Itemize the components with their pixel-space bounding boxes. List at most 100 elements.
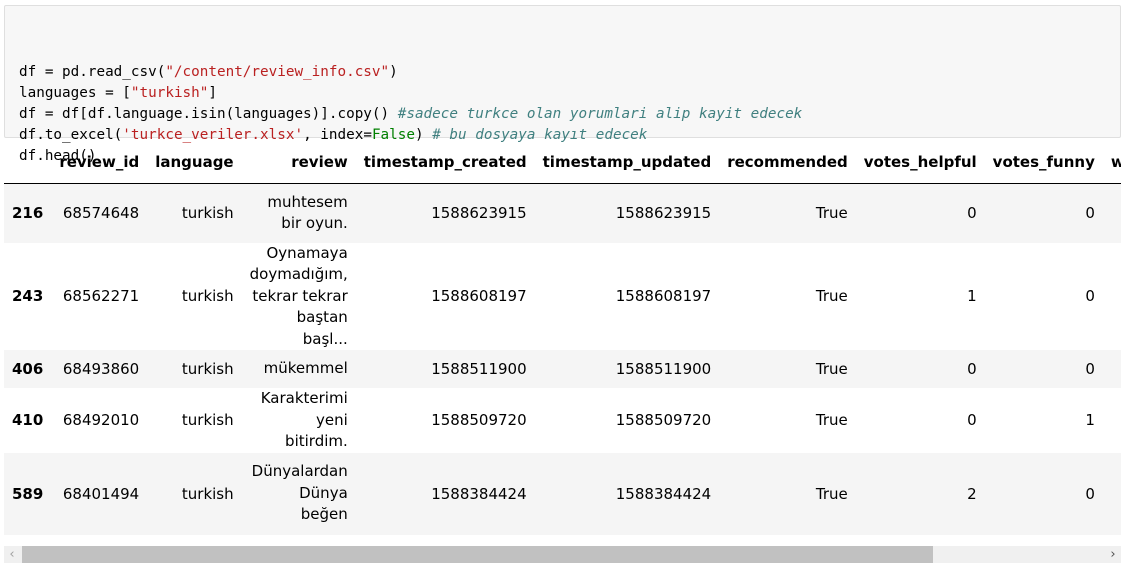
review-cell: Oynamaya doymadığım, tekrar tekrar baştan b… bbox=[242, 243, 356, 351]
code-token: languages = [ bbox=[19, 85, 131, 101]
code-token: df = df[df.language.isin(languages)].cop… bbox=[19, 106, 398, 122]
code-line: df = df[df.language.isin(languages)].cop… bbox=[19, 104, 1120, 125]
cell-weighted-vote-score bbox=[1103, 350, 1121, 388]
cell-weighted-vote-score bbox=[1103, 184, 1121, 243]
review-line: tekrar tekrar bbox=[252, 286, 348, 305]
review-line: doymadığım, bbox=[249, 265, 348, 283]
cell-votes-helpful: 0 bbox=[967, 411, 977, 430]
review-cell: Dünyalardan Dünya beğen bbox=[242, 453, 356, 535]
cell-language: turkish bbox=[181, 484, 234, 503]
code-token: #sadece turkce olan yorumlari alip kayit… bbox=[397, 106, 803, 122]
column-header: recommended bbox=[719, 140, 856, 184]
cell-recommended: True bbox=[815, 287, 848, 306]
row-index: 410 bbox=[12, 411, 44, 430]
cell-recommended: True bbox=[815, 360, 848, 378]
review-cell: muhtesem bir oyun. bbox=[242, 184, 356, 243]
column-header: review bbox=[241, 140, 356, 184]
cell-timestamp-created: 1588511900 bbox=[431, 360, 527, 378]
column-header bbox=[4, 140, 52, 184]
cell-timestamp-updated: 1588623915 bbox=[615, 204, 712, 223]
table-row: 406 68493860 turkish mükemmel 1588511900 1588… bbox=[4, 350, 1121, 388]
row-index: 216 bbox=[12, 204, 44, 223]
cell-timestamp-created: 1588608197 bbox=[431, 287, 527, 306]
code-line: df = pd.read_csv("/content/review_info.c… bbox=[19, 62, 1120, 83]
code-line: languages = ["turkish"] bbox=[19, 83, 1120, 104]
scroll-right-icon[interactable]: › bbox=[1105, 546, 1121, 563]
review-line: Dünya bbox=[299, 483, 348, 502]
review-line: Oynamaya bbox=[266, 243, 348, 262]
table-body: 216 68574648 turkish muhtesem bir oyun. 15886… bbox=[4, 183, 1121, 535]
code-token: df = pd.read_csv( bbox=[19, 64, 166, 80]
cell-language: turkish bbox=[181, 411, 234, 430]
cell-timestamp-created: 1588509720 bbox=[431, 411, 527, 430]
code-token: "turkish" bbox=[130, 85, 209, 101]
row-index: 589 bbox=[12, 484, 44, 503]
cell-timestamp-updated: 1588384424 bbox=[615, 484, 712, 503]
cell-votes-helpful: 2 bbox=[967, 484, 977, 503]
column-header: timestamp_created bbox=[355, 140, 535, 184]
cell-votes-helpful: 0 bbox=[967, 360, 977, 378]
review-line: muhtesem bbox=[267, 192, 348, 211]
dataframe-table: review_id language review timestamp_created… bbox=[4, 140, 1121, 535]
column-header: review_id bbox=[51, 140, 148, 184]
cell-review-id: 68574648 bbox=[62, 204, 140, 223]
cell-recommended: True bbox=[815, 204, 848, 223]
review-line: beğen bbox=[300, 505, 348, 524]
cell-votes-funny: 0 bbox=[1085, 287, 1095, 306]
cell-review-id: 68493860 bbox=[62, 360, 140, 378]
cell-votes-helpful: 0 bbox=[967, 204, 977, 223]
table-row: 410 68492010 turkish Karakterimi yeni bitird… bbox=[4, 388, 1121, 453]
cell-votes-funny: 0 bbox=[1085, 204, 1095, 223]
cell-timestamp-updated: 1588511900 bbox=[615, 360, 712, 378]
review-line: Dünyalardan bbox=[251, 462, 348, 481]
row-index: 243 bbox=[12, 287, 44, 306]
cell-weighted-vote-score bbox=[1103, 388, 1121, 453]
table-row: 216 68574648 turkish muhtesem bir oyun. 15886… bbox=[4, 183, 1121, 243]
review-line: bir oyun. bbox=[281, 214, 348, 233]
scrollbar-thumb[interactable] bbox=[22, 546, 933, 563]
cell-review-id: 68492010 bbox=[62, 411, 140, 430]
cell-timestamp-created: 1588384424 bbox=[431, 484, 527, 503]
cell-weighted-vote-score bbox=[1103, 453, 1121, 535]
table-row: 243 68562271 turkish Oynamaya doymadığım, tek… bbox=[4, 242, 1121, 351]
cell-votes-funny: 0 bbox=[1085, 360, 1095, 378]
cell-language: turkish bbox=[181, 204, 234, 223]
cell-votes-funny: 0 bbox=[1085, 484, 1095, 503]
column-header: language bbox=[147, 140, 242, 184]
cell-votes-funny: 1 bbox=[1085, 411, 1095, 430]
review-line: baştan başl... bbox=[296, 308, 348, 348]
column-header: timestamp_updated bbox=[534, 140, 720, 184]
cell-review-id: 68401494 bbox=[62, 484, 140, 503]
cell-recommended: True bbox=[815, 411, 848, 430]
code-token: "/content/review_info.csv" bbox=[165, 64, 390, 80]
cell-review-id: 68562271 bbox=[62, 287, 140, 306]
review-text: Oynamaya doymadığım, tekrar tekrar baştan b… bbox=[250, 243, 348, 351]
row-index: 406 bbox=[12, 360, 44, 378]
cell-timestamp-updated: 1588608197 bbox=[615, 287, 712, 306]
cell-votes-helpful: 1 bbox=[967, 287, 977, 306]
horizontal-scrollbar[interactable]: ‹ › bbox=[4, 546, 1121, 563]
table-row: 589 68401494 turkish Dünyalardan Dünya beğen 1… bbox=[4, 452, 1121, 535]
code-cell[interactable]: df = pd.read_csv("/content/review_info.c… bbox=[4, 5, 1121, 164]
review-cell: Karakterimi yeni bitirdim. bbox=[242, 388, 356, 453]
cell-timestamp-created: 1588623915 bbox=[431, 204, 527, 223]
review-text: mükemmel bbox=[264, 358, 348, 380]
column-header: votes_funny bbox=[984, 140, 1103, 184]
review-line: yeni bitirdim. bbox=[285, 410, 348, 451]
scroll-left-icon[interactable]: ‹ bbox=[4, 546, 20, 563]
table-header-row: review_id language review timestamp_created… bbox=[4, 140, 1121, 184]
review-line: Karakterimi bbox=[260, 389, 348, 407]
output-area: review_id language review timestamp_created… bbox=[4, 140, 1121, 540]
review-line: mükemmel bbox=[263, 359, 348, 378]
review-cell: mükemmel bbox=[242, 350, 356, 388]
column-header: weighted_vote_score bbox=[1102, 140, 1121, 184]
cell-weighted-vote-score bbox=[1103, 243, 1121, 351]
review-text: Dünyalardan Dünya beğen bbox=[252, 461, 348, 526]
cell-recommended: True bbox=[815, 484, 848, 503]
column-header: votes_helpful bbox=[855, 140, 985, 184]
code-token: ] bbox=[208, 85, 217, 101]
review-text: muhtesem bir oyun. bbox=[267, 192, 347, 235]
code-token: ) bbox=[389, 64, 398, 80]
cell-language: turkish bbox=[181, 287, 234, 306]
cell-language: turkish bbox=[181, 360, 234, 378]
